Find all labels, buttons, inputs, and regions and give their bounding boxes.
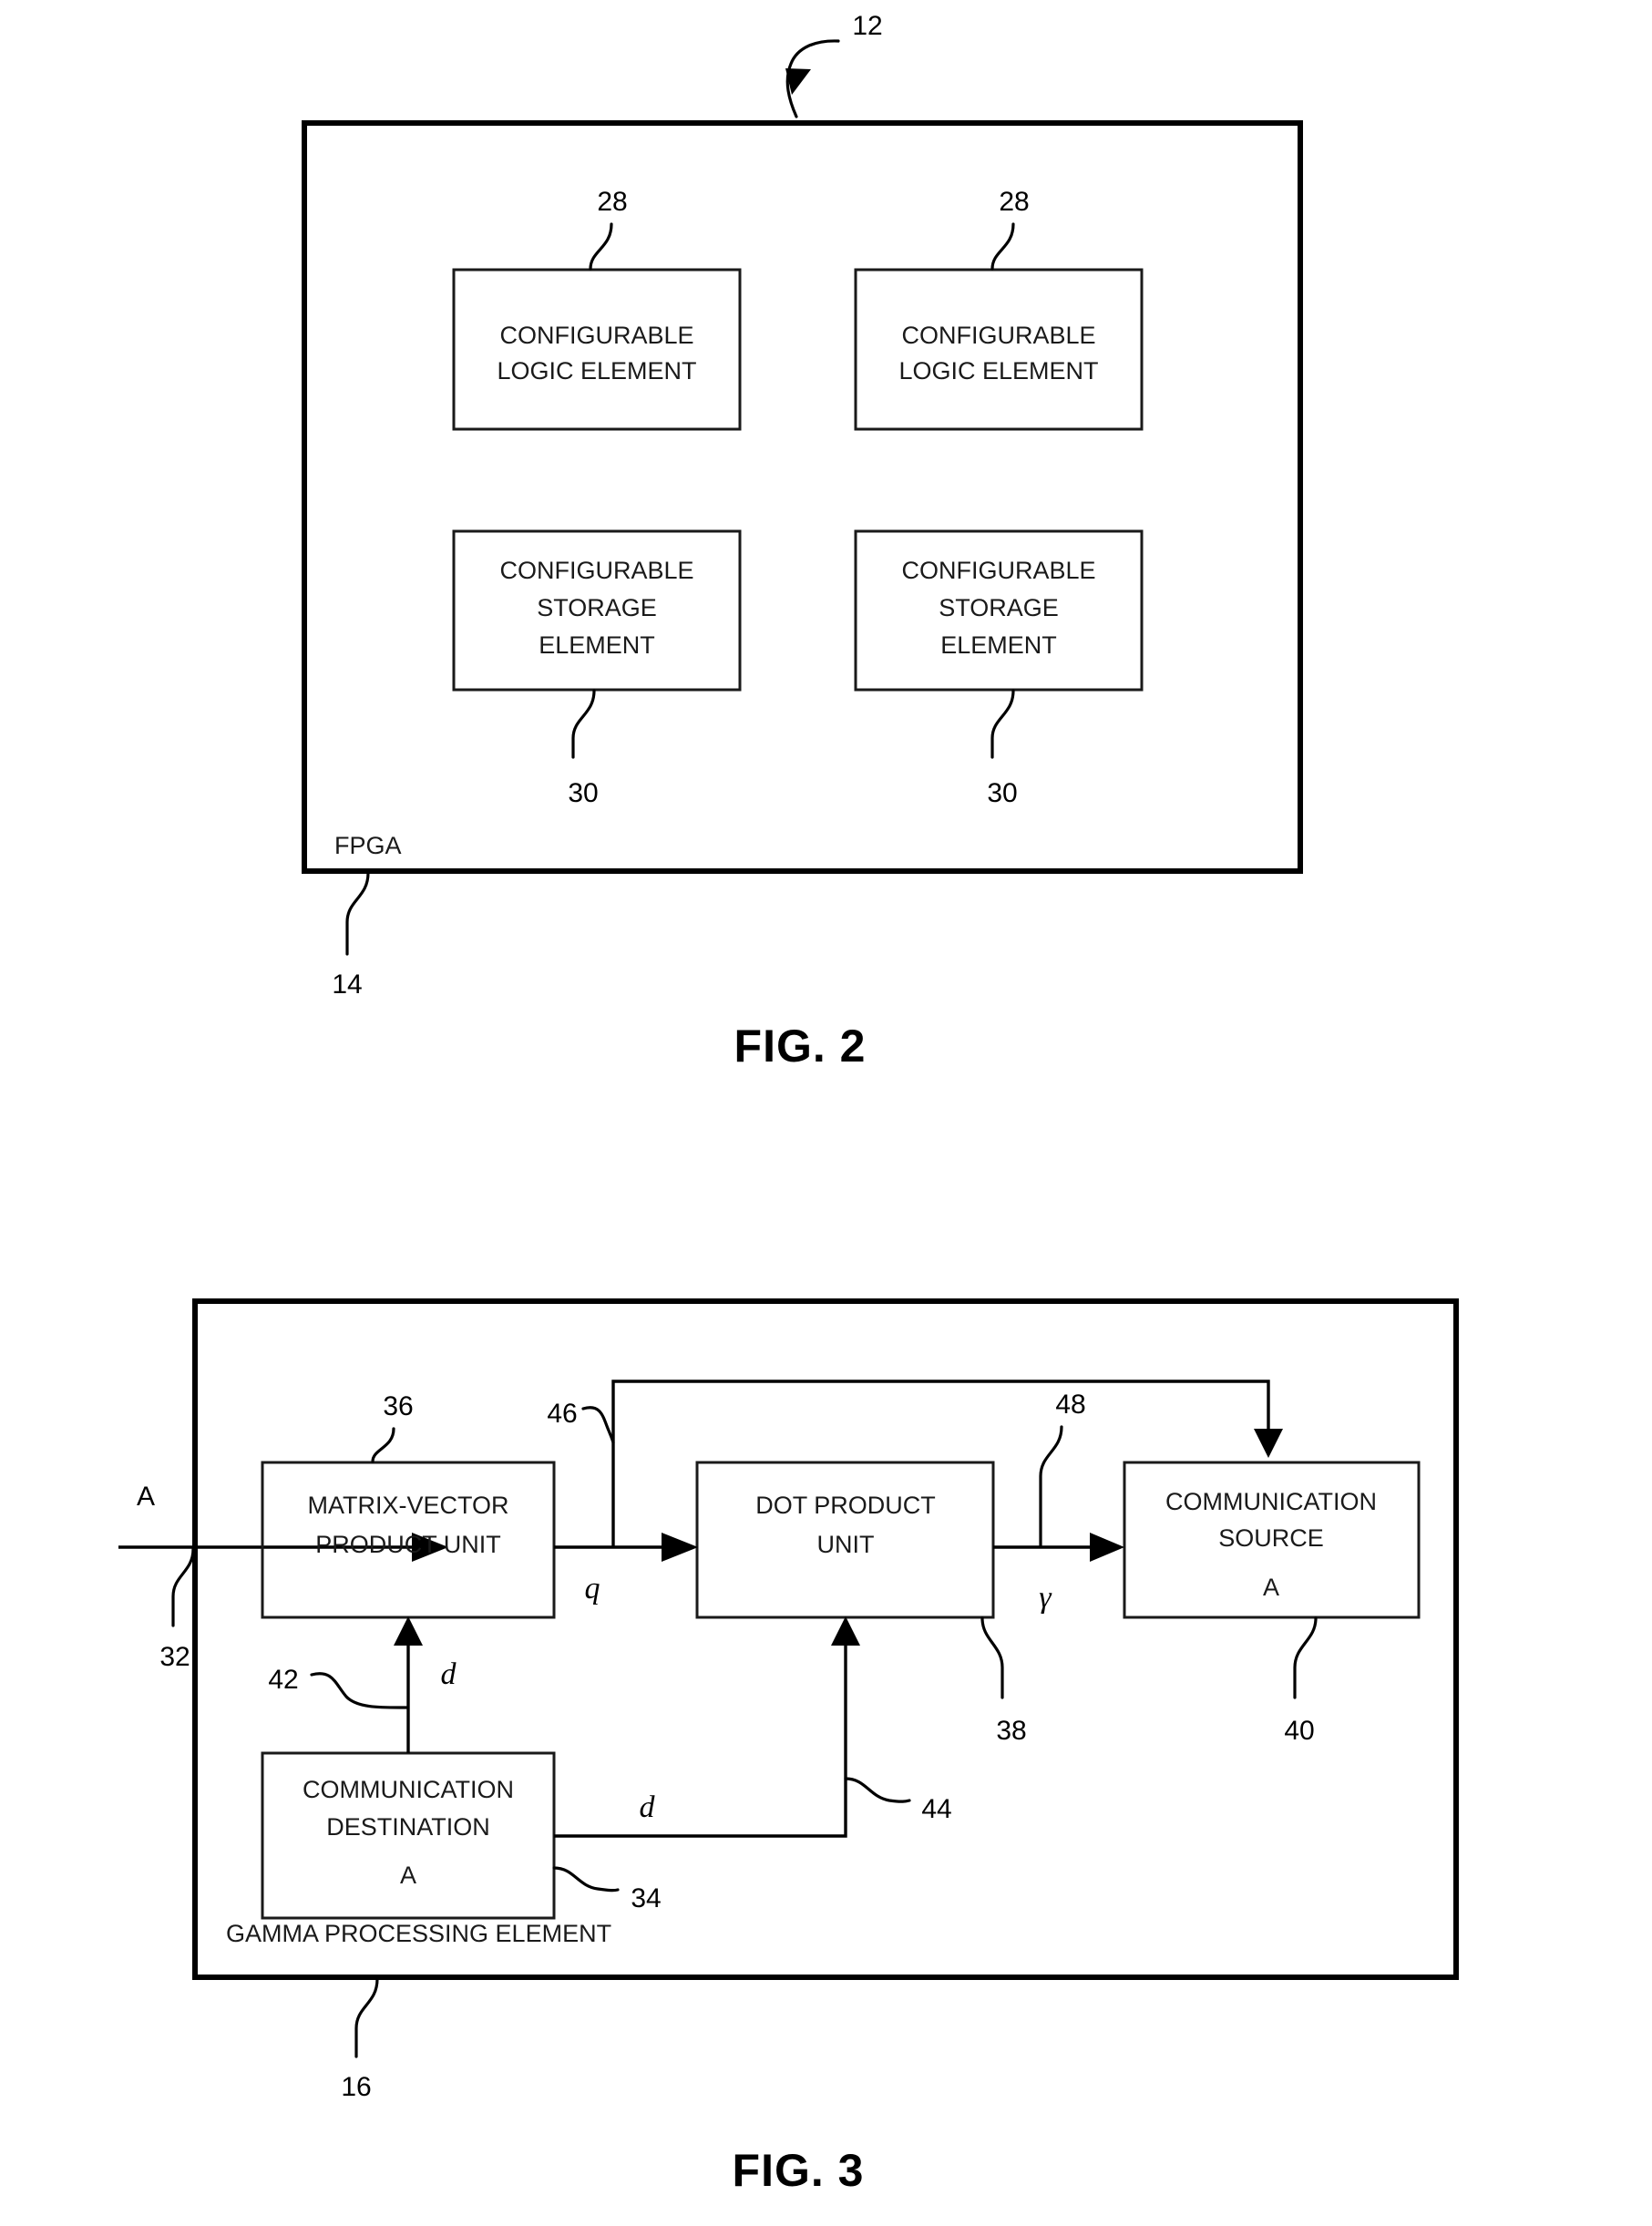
ref-36: 36: [383, 1391, 413, 1421]
block-comm-source-sub: A: [1263, 1574, 1279, 1601]
ref-32: 32: [159, 1642, 190, 1672]
block-cle-right-line-2: LOGIC ELEMENT: [898, 357, 1098, 385]
block-cle-left-line-2: LOGIC ELEMENT: [497, 357, 696, 385]
signal-label-d-up: d: [441, 1657, 457, 1691]
ref-28-right: 28: [999, 187, 1029, 217]
ref-42: 42: [268, 1665, 298, 1695]
block-cse-left-line-2: STORAGE: [537, 594, 657, 621]
block-dpu-line-1: DOT PRODUCT: [755, 1492, 936, 1519]
signal-label-gamma: γ: [1039, 1581, 1052, 1615]
ref-16: 16: [341, 2072, 371, 2102]
block-cse-left-line-3: ELEMENT: [539, 631, 655, 659]
input-port-label-A: A: [137, 1482, 155, 1512]
gamma-processing-element-label: GAMMA PROCESSING ELEMENT: [226, 1920, 611, 1947]
ref-44: 44: [921, 1794, 951, 1824]
block-cle-right-line-1: CONFIGURABLE: [901, 322, 1095, 349]
ref-28-left: 28: [597, 187, 627, 217]
signal-label-d-right: d: [640, 1790, 656, 1824]
block-cle-left-line-1: CONFIGURABLE: [499, 322, 693, 349]
fpga-label: FPGA: [334, 832, 402, 859]
block-mvpu-line-1: MATRIX-VECTOR: [307, 1492, 508, 1519]
ref-12: 12: [852, 11, 882, 41]
block-mvpu-line-2: PRODUCT UNIT: [315, 1531, 501, 1558]
ref-48: 48: [1055, 1390, 1085, 1420]
ref-34: 34: [631, 1883, 661, 1913]
ref-30-right: 30: [987, 778, 1017, 808]
ref-38: 38: [996, 1716, 1026, 1746]
ref-46: 46: [547, 1399, 577, 1429]
patent-figure-sheet: 12 FPGA 14 CONFIGURABLE LOGIC ELEMENT 28…: [0, 0, 1652, 2226]
block-dpu-line-2: UNIT: [817, 1531, 875, 1558]
ref-14: 14: [332, 969, 362, 1000]
block-cse-right-line-2: STORAGE: [939, 594, 1059, 621]
ref-30-left: 30: [568, 778, 598, 808]
figure-3-caption: FIG. 3: [733, 2145, 865, 2196]
block-cse-right-line-1: CONFIGURABLE: [901, 557, 1095, 584]
block-comm-source-line-1: COMMUNICATION: [1165, 1488, 1377, 1515]
block-comm-dest-line-1: COMMUNICATION: [303, 1776, 514, 1803]
page-background: [0, 0, 1652, 2226]
block-comm-dest-sub: A: [400, 1862, 416, 1889]
block-comm-dest-line-2: DESTINATION: [326, 1813, 490, 1841]
figure-2-caption: FIG. 2: [734, 1021, 867, 1072]
ref-40: 40: [1284, 1716, 1314, 1746]
signal-label-q: q: [585, 1572, 600, 1605]
block-cse-left-line-1: CONFIGURABLE: [499, 557, 693, 584]
block-cse-right-line-3: ELEMENT: [940, 631, 1057, 659]
block-comm-source-line-2: SOURCE: [1218, 1524, 1324, 1552]
